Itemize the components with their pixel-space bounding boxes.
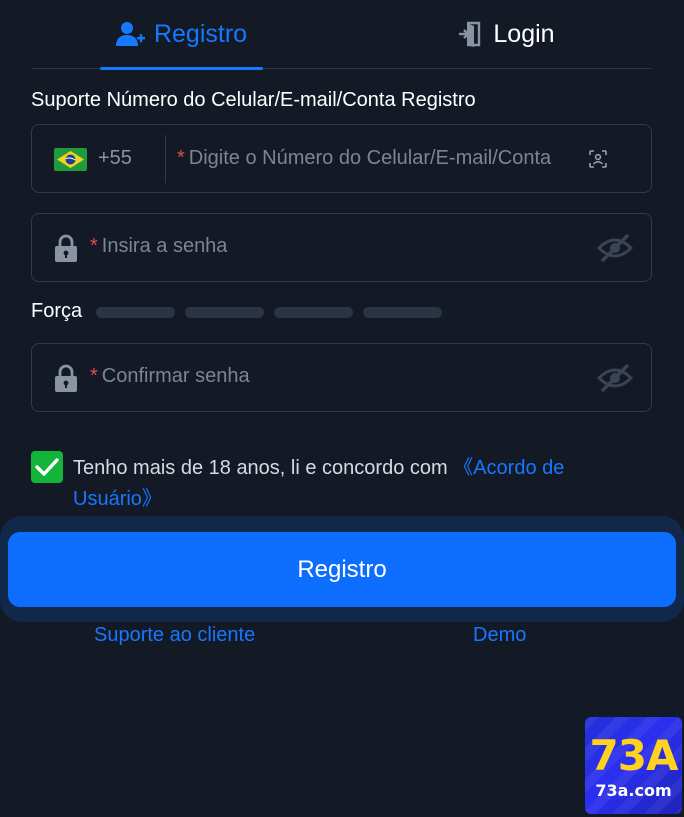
tab-register-label: Registro [153,19,248,48]
demo-link[interactable]: Demo [473,624,526,647]
required-mark: * [177,147,185,169]
auth-tabs: Registro Login [31,0,652,70]
required-mark: * [90,235,98,257]
logo-brand-text: 73A [589,731,679,780]
field-divider [165,135,166,183]
agreement-statement: Tenho mais de 18 anos, li e concordo com [73,457,454,479]
strength-bar [185,307,264,318]
user-plus-icon [115,21,146,47]
lock-icon [54,234,78,267]
confirm-password-placeholder: Confirmar senha [101,365,250,387]
strength-bar [363,307,442,318]
eye-off-icon[interactable] [596,362,634,399]
password-field[interactable]: * Insira a senha [31,213,652,282]
support-label: Suporte Número do Celular/E-mail/Conta R… [31,89,476,111]
customer-support-link[interactable]: Suporte ao cliente [94,624,255,647]
required-mark: * [90,365,98,387]
account-field[interactable]: +55 * Digite o Número do Celular/E-mail/C… [31,124,652,193]
country-code[interactable]: +55 [98,147,132,170]
agreement-text: Tenho mais de 18 anos, li e concordo com… [73,453,633,515]
strength-bar [274,307,353,318]
door-enter-icon [457,20,485,48]
brazil-flag-icon[interactable] [54,148,87,171]
confirm-password-input[interactable]: * Confirmar senha [90,365,250,388]
tab-login-label: Login [493,19,555,48]
strength-label: Força [31,300,83,322]
active-tab-indicator [100,67,263,70]
tab-login[interactable]: Login [431,0,581,68]
strength-bar [96,307,175,318]
register-button[interactable]: Registro [8,532,676,607]
lock-icon [54,364,78,397]
password-placeholder: Insira a senha [101,235,228,257]
account-input[interactable]: * Digite o Número do Celular/E-mail/Conta [177,147,551,170]
logo-domain-text: 73a.com [595,781,672,800]
eye-off-icon[interactable] [596,232,634,269]
brand-logo: 73A 73a.com [585,717,682,814]
agreement-checkbox[interactable] [31,451,63,483]
face-scan-icon[interactable] [589,150,607,173]
tab-register[interactable]: Registro [100,0,263,70]
confirm-password-field[interactable]: * Confirmar senha [31,343,652,412]
password-input[interactable]: * Insira a senha [90,235,227,258]
checkmark-icon [35,458,59,476]
account-placeholder: Digite o Número do Celular/E-mail/Conta [188,147,552,169]
